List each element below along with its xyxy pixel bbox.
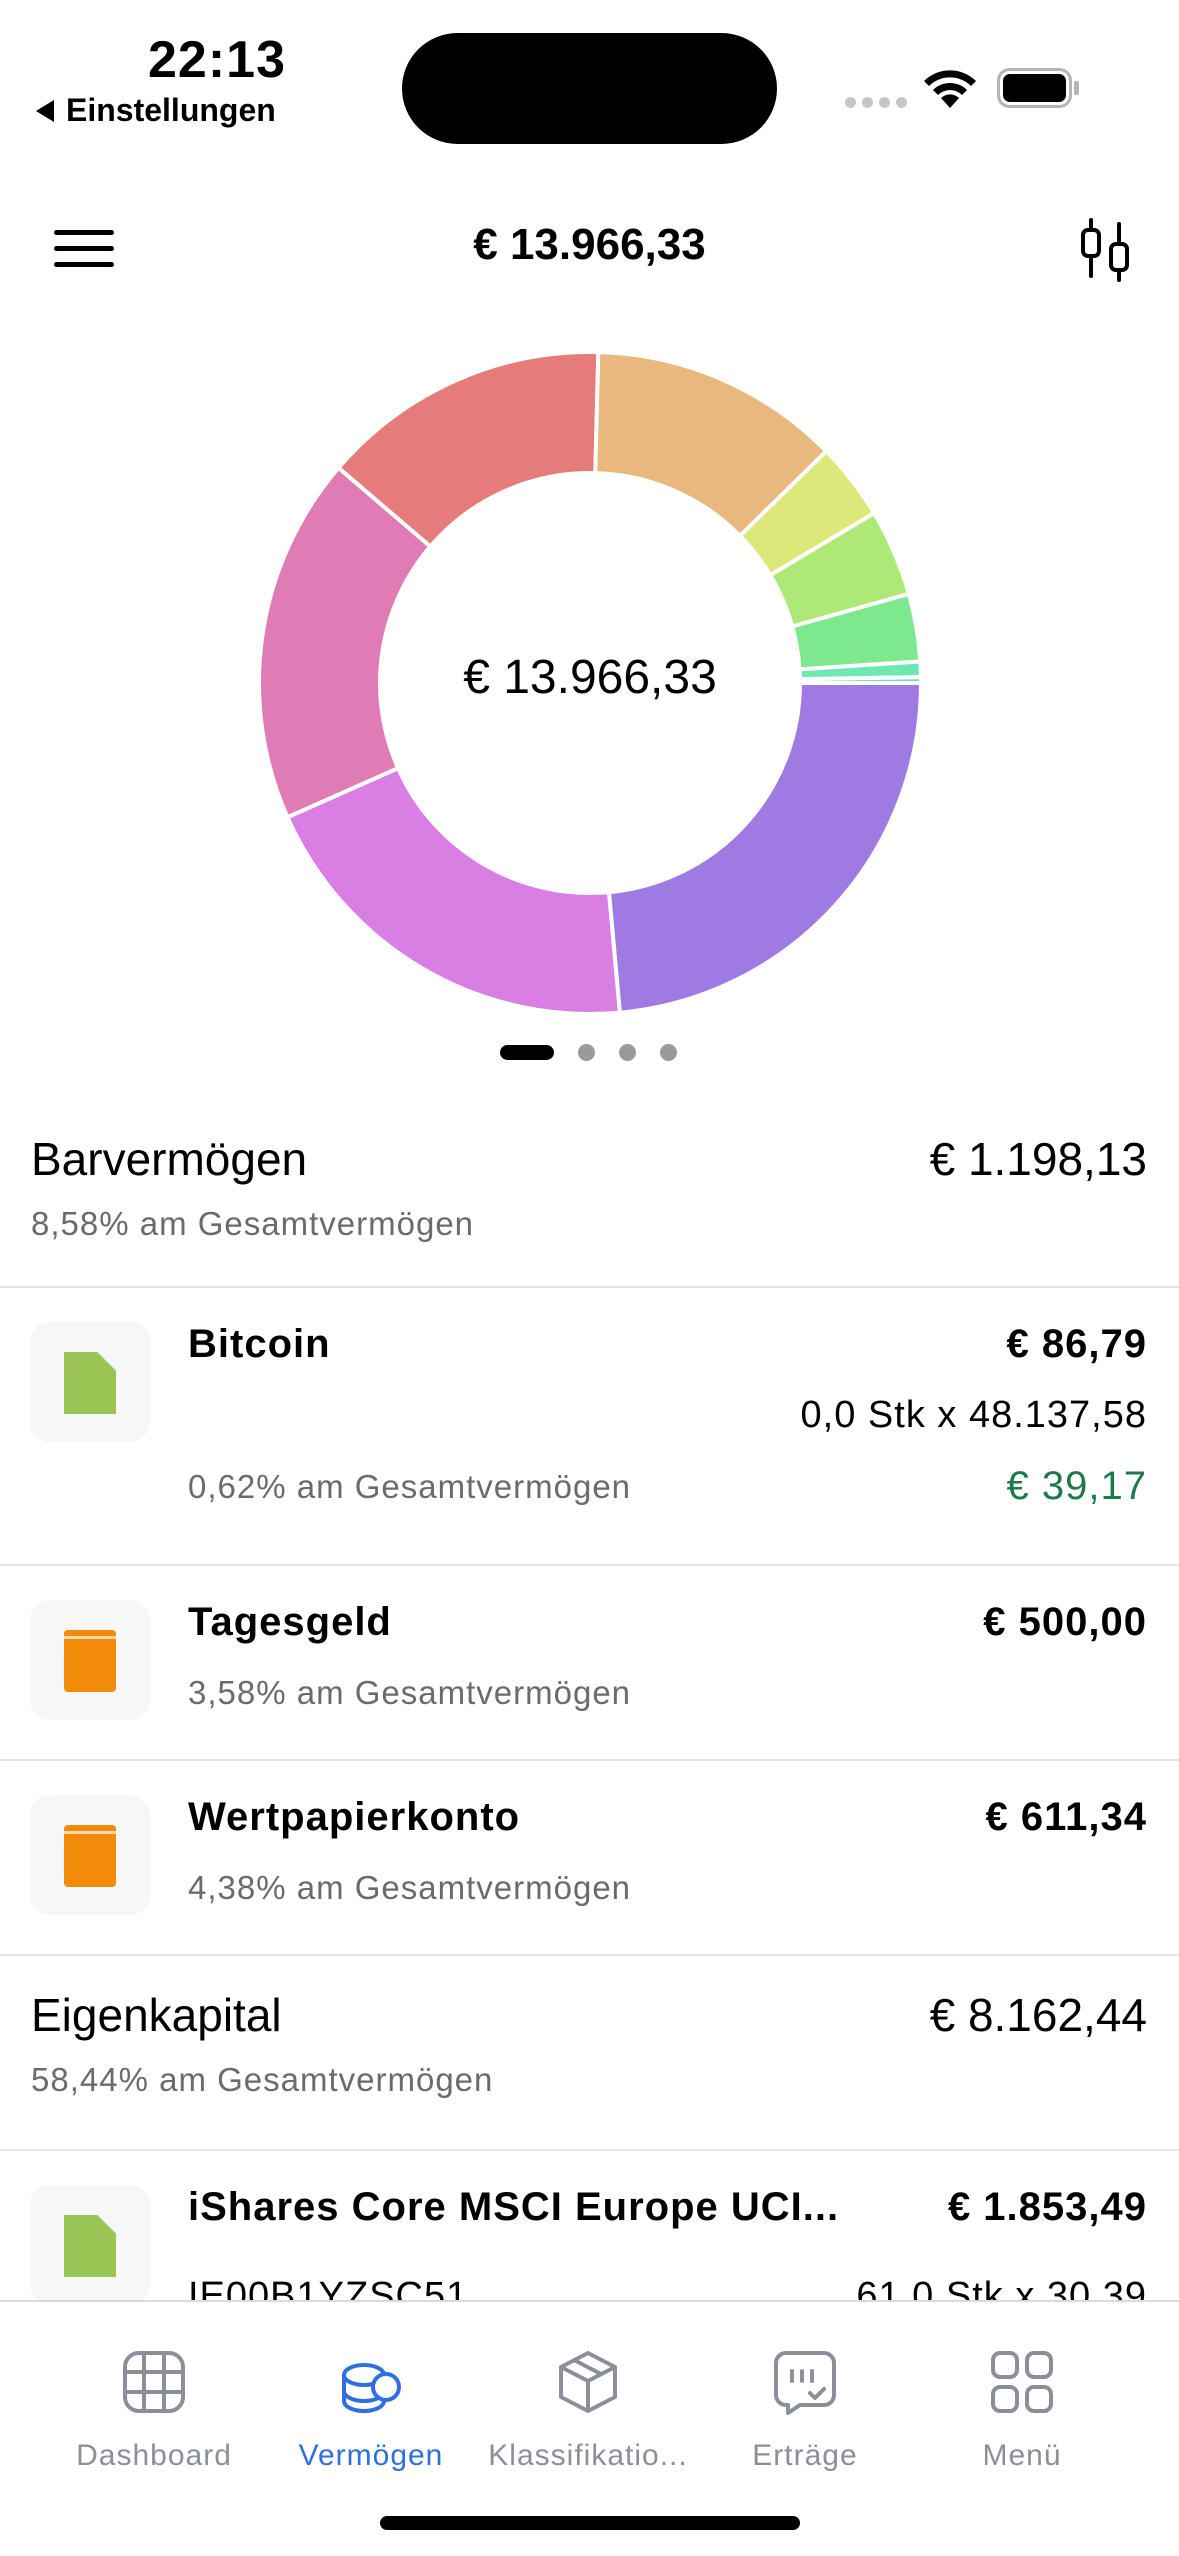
asset-list[interactable]: Barvermögen € 1.198,13 8,58% am Gesamtve… — [0, 1100, 1179, 2300]
pager-dot[interactable] — [578, 1044, 595, 1061]
section-share: 8,58% am Gesamtvermögen — [31, 1205, 475, 1242]
section-name: Eigenkapital — [31, 1989, 282, 2041]
tab-dashboard[interactable]: Dashboard — [45, 2347, 263, 2473]
list-item-ishares[interactable]: iShares Core MSCI Europe UCI... € 1.853,… — [0, 2151, 1179, 2300]
clock: 22:13 — [148, 31, 286, 89]
list-item-wertpapierkonto[interactable]: Wertpapierkonto € 611,34 4,38% am Gesamt… — [0, 1761, 1179, 1956]
pager-dot[interactable] — [619, 1044, 636, 1061]
page-title-total: € 13.966,33 — [473, 220, 706, 269]
section-name: Barvermögen — [31, 1133, 308, 1185]
item-title: Wertpapierkonto — [188, 1795, 521, 1839]
document-icon — [30, 1322, 150, 1442]
section-value: € 1.198,13 — [929, 1133, 1147, 1185]
grid-icon — [123, 2351, 185, 2413]
section-cash[interactable]: Barvermögen € 1.198,13 8,58% am Gesamtve… — [0, 1100, 1179, 1288]
item-share: 3,58% am Gesamtvermögen — [188, 1674, 632, 1711]
item-share: 0,62% am Gesamtvermögen — [188, 1468, 632, 1505]
status-bar: 22:13 Einstellungen — [0, 0, 1179, 150]
donut-slice-2[interactable] — [284, 765, 623, 1016]
donut-slice-1[interactable] — [606, 681, 924, 1015]
candlestick-filter-icon[interactable] — [1075, 218, 1135, 282]
tab-label: Menü — [982, 2439, 1062, 2472]
tab-label: Klassifikatio... — [488, 2439, 688, 2472]
section-value: € 8.162,44 — [929, 1989, 1147, 2041]
item-quantity: 0,0 Stk x 48.137,58 — [800, 1394, 1147, 1436]
signal-icon — [845, 97, 907, 108]
chart-center-total: € 13.966,33 — [463, 651, 717, 704]
menu-grid-icon — [991, 2351, 1053, 2413]
chart-pager[interactable] — [500, 1044, 677, 1061]
book-icon — [30, 1600, 150, 1720]
section-share: 58,44% am Gesamtvermögen — [31, 2061, 494, 2098]
item-amount: € 611,34 — [985, 1795, 1147, 1839]
cube-icon — [559, 2351, 617, 2413]
item-amount: € 500,00 — [983, 1600, 1147, 1644]
pager-dot[interactable] — [660, 1044, 677, 1061]
wifi-icon — [924, 70, 976, 108]
tab-label: Dashboard — [76, 2439, 232, 2472]
tab-ertraege[interactable]: Erträge — [696, 2347, 914, 2473]
section-equity[interactable]: Eigenkapital € 8.162,44 58,44% am Gesamt… — [0, 1956, 1179, 2151]
item-title: Tagesgeld — [188, 1600, 392, 1644]
tab-menu[interactable]: Menü — [913, 2347, 1131, 2473]
tab-klassifikation[interactable]: Klassifikatio... — [479, 2347, 697, 2473]
item-title: iShares Core MSCI Europe UCI... — [188, 2185, 840, 2229]
item-amount: € 1.853,49 — [947, 2185, 1147, 2229]
back-arrow-icon — [36, 99, 54, 122]
tab-vermoegen[interactable]: Vermögen — [262, 2347, 480, 2473]
back-label: Einstellungen — [66, 92, 276, 128]
item-share: 4,38% am Gesamtvermögen — [188, 1869, 632, 1906]
book-icon — [30, 1795, 150, 1915]
back-to-settings-link[interactable]: Einstellungen — [36, 92, 276, 129]
item-isin: IE00B1YZSC51 — [188, 2275, 469, 2300]
tab-label: Vermögen — [298, 2439, 444, 2472]
item-gain: € 39,17 — [1006, 1464, 1147, 1508]
coins-icon — [342, 2363, 401, 2413]
list-item-tagesgeld[interactable]: Tagesgeld € 500,00 3,58% am Gesamtvermög… — [0, 1566, 1179, 1761]
list-item-bitcoin[interactable]: Bitcoin € 86,79 0,0 Stk x 48.137,58 0,62… — [0, 1288, 1179, 1566]
home-indicator — [380, 2516, 800, 2530]
document-icon — [30, 2185, 150, 2300]
item-amount: € 86,79 — [1006, 1322, 1147, 1366]
income-icon — [774, 2351, 836, 2415]
dynamic-island — [402, 33, 777, 144]
battery-icon — [997, 68, 1079, 108]
item-quantity: 61,0 Stk x 30,39 — [856, 2275, 1147, 2300]
tab-label: Erträge — [752, 2439, 858, 2472]
item-title: Bitcoin — [188, 1322, 331, 1366]
pager-dot-active[interactable] — [500, 1045, 554, 1060]
